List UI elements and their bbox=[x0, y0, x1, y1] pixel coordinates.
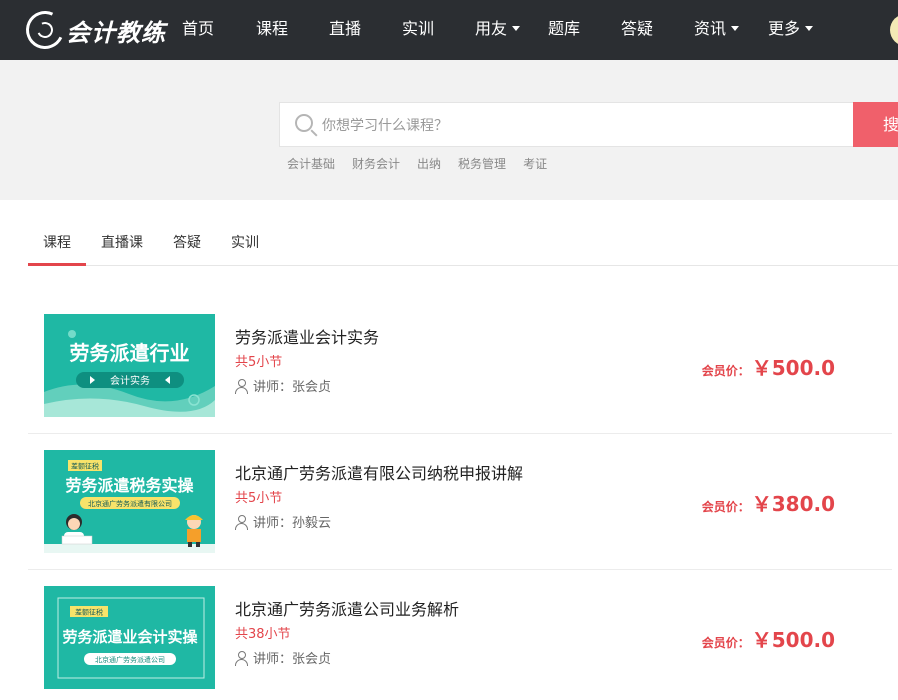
site-logo[interactable]: 会计教练 bbox=[20, 5, 166, 55]
teacher-info: 讲师：孙毅云 bbox=[235, 512, 331, 531]
hot-tag[interactable]: 财务会计 bbox=[352, 155, 400, 172]
search-box bbox=[279, 102, 853, 147]
thumb-headline: 劳务派遣行业 bbox=[70, 341, 190, 365]
user-icon bbox=[235, 650, 248, 666]
lesson-count: 共5小节 bbox=[235, 355, 283, 370]
thumb-banner: 北京通广劳务派遣有限公司 bbox=[88, 499, 172, 508]
nav-qa[interactable]: 答疑 bbox=[621, 0, 653, 60]
user-avatar[interactable] bbox=[890, 14, 898, 46]
lesson-count: 共5小节 bbox=[235, 491, 283, 506]
hot-tag[interactable]: 出纳 bbox=[417, 155, 441, 172]
member-price: 会员价： ￥380.0 bbox=[702, 488, 835, 517]
course-title[interactable]: 劳务派遣业会计实务 bbox=[235, 324, 379, 348]
thumb-badge: 差额征税 bbox=[71, 462, 99, 471]
course-thumbnail[interactable]: 劳务派遣行业 会计实务 bbox=[44, 314, 215, 417]
teacher-info: 讲师：张会贞 bbox=[235, 648, 331, 667]
price-label: 会员价： bbox=[701, 636, 750, 650]
result-tabs: 课程 直播课 答疑 实训 bbox=[28, 222, 898, 266]
nav-home[interactable]: 首页 bbox=[182, 0, 214, 60]
course-thumbnail[interactable]: 差额征税 劳务派遣税务实操 北京通广劳务派遣有限公司 bbox=[44, 450, 215, 553]
teacher-name: 讲师：孙毅云 bbox=[253, 516, 332, 531]
price-value: ￥500.0 bbox=[751, 356, 835, 380]
course-item[interactable]: 劳务派遣行业 会计实务 劳务派遣业会计实务 共5小节 讲师：张会贞 会员价： ￥5… bbox=[28, 298, 892, 434]
search-icon bbox=[295, 114, 313, 132]
logo-text: 会计教练 bbox=[66, 17, 166, 47]
nav-news[interactable]: 资讯 bbox=[694, 0, 740, 60]
logo-mark-icon bbox=[20, 5, 70, 55]
price-value: ￥380.0 bbox=[751, 492, 835, 516]
nav-courses[interactable]: 课程 bbox=[256, 0, 288, 60]
member-price: 会员价： ￥500.0 bbox=[702, 624, 835, 653]
thumb-badge: 差额征税 bbox=[75, 608, 103, 617]
lesson-count: 共38小节 bbox=[235, 627, 291, 642]
thumb-headline: 劳务派遣业会计实操 bbox=[62, 628, 198, 646]
user-icon bbox=[235, 378, 248, 394]
course-title[interactable]: 北京通广劳务派遣公司业务解析 bbox=[235, 596, 459, 620]
hot-tag[interactable]: 考证 bbox=[523, 155, 547, 172]
nav-more[interactable]: 更多 bbox=[768, 0, 814, 60]
chevron-down-icon bbox=[731, 26, 740, 31]
search-section: 搜索 会计基础 财务会计 出纳 税务管理 考证 bbox=[0, 60, 898, 200]
hot-tag[interactable]: 会计基础 bbox=[287, 155, 335, 172]
nav-live[interactable]: 直播 bbox=[329, 0, 361, 60]
course-item[interactable]: 差额征税 劳务派遣业会计实操 北京通广劳务派遣公司 北京通广劳务派遣公司业务解析… bbox=[28, 570, 892, 700]
top-navbar: 会计教练 首页 课程 直播 实训 用友 题库 答疑 资讯 更多 bbox=[0, 0, 898, 60]
teacher-info: 讲师：张会贞 bbox=[235, 376, 331, 395]
price-label: 会员价： bbox=[701, 500, 750, 514]
chevron-down-icon bbox=[512, 26, 521, 31]
nav-question-bank[interactable]: 题库 bbox=[548, 0, 580, 60]
tab-training[interactable]: 实训 bbox=[230, 222, 260, 266]
price-value: ￥500.0 bbox=[751, 628, 835, 652]
member-price: 会员价： ￥500.0 bbox=[702, 352, 835, 381]
user-icon bbox=[235, 514, 248, 530]
nav-yonyou[interactable]: 用友 bbox=[475, 0, 521, 60]
thumb-headline: 劳务派遣税务实操 bbox=[65, 476, 194, 495]
course-thumbnail[interactable]: 差额征税 劳务派遣业会计实操 北京通广劳务派遣公司 bbox=[44, 586, 215, 689]
search-button[interactable]: 搜索 bbox=[853, 102, 898, 147]
thumb-banner: 北京通广劳务派遣公司 bbox=[95, 655, 165, 664]
course-item[interactable]: 差额征税 劳务派遣税务实操 北京通广劳务派遣有限公司 北京通广劳务派遣有限公司纳… bbox=[28, 434, 892, 570]
tab-courses[interactable]: 课程 bbox=[28, 222, 86, 266]
course-title[interactable]: 北京通广劳务派遣有限公司纳税申报讲解 bbox=[235, 460, 523, 484]
price-label: 会员价： bbox=[701, 364, 750, 378]
tab-qa[interactable]: 答疑 bbox=[172, 222, 202, 266]
tab-live-courses[interactable]: 直播课 bbox=[100, 222, 144, 266]
teacher-name: 讲师：张会贞 bbox=[253, 652, 332, 667]
hot-tag[interactable]: 税务管理 bbox=[458, 155, 506, 172]
teacher-name: 讲师：张会贞 bbox=[253, 380, 332, 395]
search-input[interactable] bbox=[322, 111, 822, 139]
chevron-down-icon bbox=[805, 26, 814, 31]
thumb-subtitle: 会计实务 bbox=[110, 374, 150, 387]
nav-training[interactable]: 实训 bbox=[402, 0, 434, 60]
hot-tags: 会计基础 财务会计 出纳 税务管理 考证 bbox=[287, 155, 547, 172]
